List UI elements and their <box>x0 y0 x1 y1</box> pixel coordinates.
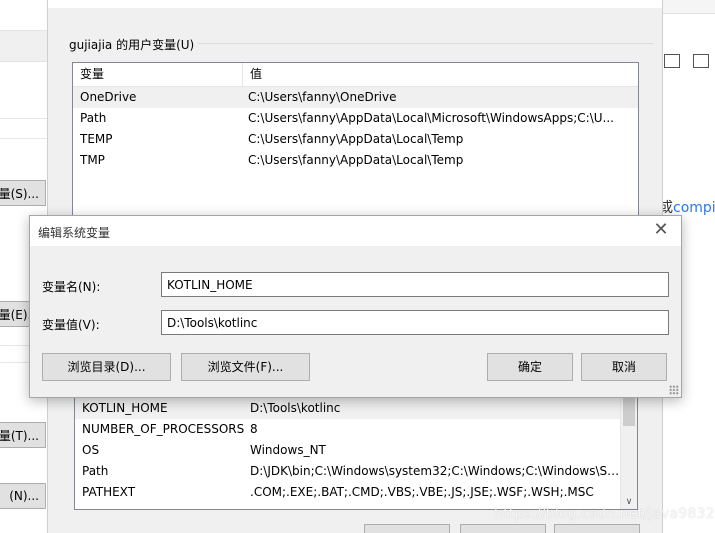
vertical-scrollbar[interactable]: ∨ <box>620 392 637 509</box>
variable-name-input[interactable] <box>161 272 669 297</box>
var-value: .COM;.EXE;.BAT;.CMD;.VBS;.VBE;.JS;.JSE;.… <box>250 485 594 499</box>
list-item[interactable]: OneDrive C:\Users\fanny\OneDrive <box>73 87 638 108</box>
scrollbar-thumb[interactable] <box>623 396 635 426</box>
user-vars-list[interactable]: 变量 值 OneDrive C:\Users\fanny\OneDrive Pa… <box>72 62 639 217</box>
list-item[interactable]: Path C:\Users\fanny\AppData\Local\Micros… <box>73 108 638 129</box>
background-button-s[interactable]: 量(S)... <box>0 180 46 206</box>
background-strip <box>0 30 48 62</box>
cancel-button[interactable]: 取消 <box>581 353 667 381</box>
dialog-titlebar[interactable]: 编辑系统变量 ✕ <box>30 216 681 246</box>
variable-name-label: 变量名(N): <box>42 280 101 294</box>
background-button-t[interactable]: 量(T)... <box>0 422 46 448</box>
list-item[interactable]: NUMBER_OF_PROCESSORS 8 <box>75 419 620 440</box>
variable-value-label: 变量值(V): <box>42 318 100 332</box>
partial-button[interactable] <box>460 524 546 533</box>
background-topbar <box>663 0 715 14</box>
browse-directory-button[interactable]: 浏览目录(D)... <box>42 353 171 381</box>
list-icon[interactable] <box>693 54 709 68</box>
close-icon[interactable]: ✕ <box>651 220 671 240</box>
media-icon[interactable] <box>664 54 680 68</box>
var-name: TMP <box>80 153 105 167</box>
list-item[interactable]: KOTLIN_HOME D:\Tools\kotlinc <box>75 398 620 419</box>
partial-button[interactable] <box>364 524 450 533</box>
var-name: Path <box>80 111 107 125</box>
ok-button[interactable]: 确定 <box>487 353 573 381</box>
list-item[interactable]: OS Windows_NT <box>75 440 620 461</box>
system-vars-list[interactable]: KOTLIN_HOME D:\Tools\kotlinc NUMBER_OF_P… <box>74 392 638 510</box>
edit-system-variable-dialog: 编辑系统变量 ✕ 变量名(N): 变量值(V): 浏览目录(D)... 浏览文件… <box>29 215 682 398</box>
list-item[interactable]: Path D:\JDK\bin;C:\Windows\system32;C:\W… <box>75 461 620 482</box>
link-text: compi <box>673 200 715 216</box>
user-vars-group-title: gujiajia 的用户变量(U) <box>69 38 195 52</box>
column-header-value[interactable]: 值 <box>243 63 262 86</box>
var-value: C:\Users\fanny\OneDrive <box>248 90 397 104</box>
variable-value-input[interactable] <box>161 310 669 335</box>
var-value: C:\Users\fanny\AppData\Local\Microsoft\W… <box>248 111 614 125</box>
var-name: Path <box>82 464 109 478</box>
group-divider <box>198 43 653 44</box>
list-item[interactable]: PATHEXT .COM;.EXE;.BAT;.CMD;.VBS;.VBE;.J… <box>75 482 620 503</box>
background-button-n[interactable]: (N)... <box>0 483 46 509</box>
divider <box>0 118 48 119</box>
var-value: D:\Tools\kotlinc <box>250 401 341 415</box>
var-name: PATHEXT <box>82 485 136 499</box>
var-name: KOTLIN_HOME <box>82 401 168 415</box>
var-value: C:\Users\fanny\AppData\Local\Temp <box>248 153 464 167</box>
dialog-title: 编辑系统变量 <box>38 226 111 240</box>
var-name: OneDrive <box>80 90 137 104</box>
divider <box>0 138 48 139</box>
list-header: 变量 值 <box>73 63 638 87</box>
var-value: D:\JDK\bin;C:\Windows\system32;C:\Window… <box>250 464 620 478</box>
var-value: Windows_NT <box>250 443 326 457</box>
watermark: https://blog.csdn.net/java9832 <box>494 506 715 522</box>
column-header-name[interactable]: 变量 <box>73 63 243 86</box>
var-value: C:\Users\fanny\AppData\Local\Temp <box>248 132 464 146</box>
var-name: OS <box>82 443 100 457</box>
window-top-edge <box>48 0 662 8</box>
background-link[interactable]: 或compi <box>659 197 715 217</box>
list-item[interactable]: TEMP C:\Users\fanny\AppData\Local\Temp <box>73 129 638 150</box>
resize-grip-icon[interactable] <box>669 385 679 395</box>
var-name: TEMP <box>80 132 113 146</box>
list-item[interactable]: TMP C:\Users\fanny\AppData\Local\Temp <box>73 150 638 171</box>
browse-file-button[interactable]: 浏览文件(F)... <box>181 353 310 381</box>
var-value: 8 <box>250 422 258 436</box>
partial-button[interactable] <box>554 524 640 533</box>
var-name: NUMBER_OF_PROCESSORS <box>82 422 245 436</box>
